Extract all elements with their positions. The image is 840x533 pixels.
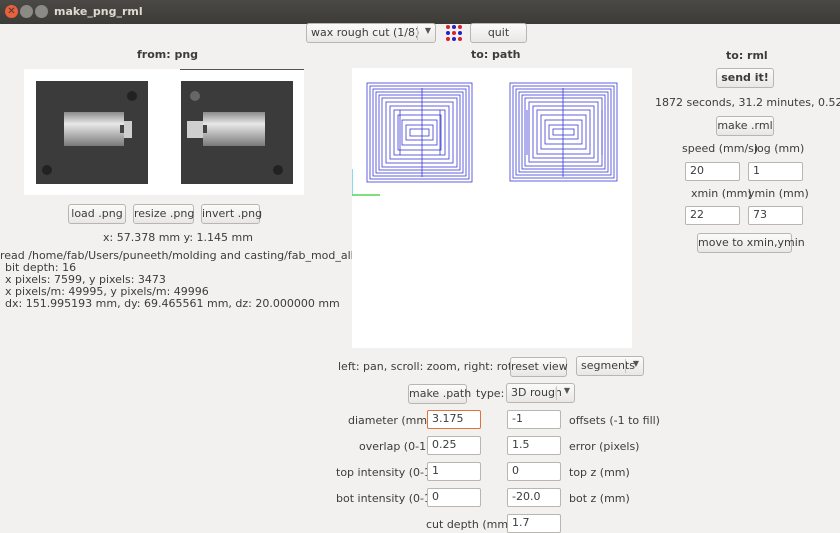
cut-depth-label: cut depth (mm): [426, 518, 513, 531]
chevron-down-icon: ▼: [424, 26, 431, 35]
png-mold-image-right: [181, 81, 293, 184]
time-estimate: 1872 seconds, 31.2 minutes, 0.52 hours: [655, 96, 840, 109]
xmin-field[interactable]: 22: [685, 206, 740, 225]
bot-z-field[interactable]: -20.0: [507, 488, 561, 507]
window-title: make_png_rml: [54, 5, 143, 18]
top-intensity-field[interactable]: 1: [427, 462, 481, 481]
load-png-button[interactable]: load .png: [68, 204, 126, 224]
path-view-canvas[interactable]: [352, 68, 632, 348]
process-select[interactable]: wax rough cut (1/8) ▼: [306, 23, 436, 43]
diameter-label: diameter (mm): [348, 414, 432, 427]
diameter-field[interactable]: 3.175: [427, 410, 481, 429]
ymin-field[interactable]: 73: [748, 206, 803, 225]
offsets-label: offsets (-1 to fill): [569, 414, 660, 427]
chevron-down-icon: ▼: [632, 359, 639, 368]
display-mode-value: segments: [581, 359, 635, 372]
window-titlebar: ✕ make_png_rml: [0, 0, 840, 24]
resize-png-button[interactable]: resize .png: [133, 204, 194, 224]
png-mold-image-left: [36, 81, 148, 184]
type-label: type:: [476, 387, 505, 400]
ymin-label: ymin (mm): [748, 187, 809, 200]
to-path-heading: to: path: [471, 48, 521, 61]
xmin-label: xmin (mm): [691, 187, 752, 200]
jog-field[interactable]: 1: [748, 162, 803, 181]
chevron-down-icon: ▼: [563, 386, 570, 395]
overlap-label: overlap (0-1): [359, 440, 431, 453]
speed-label: speed (mm/s): [682, 142, 759, 155]
view-hint: left: pan, scroll: zoom, right: rotate: [338, 360, 530, 373]
make-path-button[interactable]: make .path: [408, 384, 471, 404]
move-to-xmin-ymin-button[interactable]: move to xmin,ymin: [697, 233, 805, 253]
error-field[interactable]: 1.5: [507, 436, 561, 455]
to-rml-heading: to: rml: [726, 49, 768, 62]
make-rml-button[interactable]: make .rml: [716, 116, 774, 136]
invert-png-button[interactable]: invert .png: [201, 204, 262, 224]
send-it-button[interactable]: send it!: [716, 68, 774, 88]
overlap-field[interactable]: 0.25: [427, 436, 481, 455]
jog-label: jog (mm): [754, 142, 805, 155]
bot-z-label: bot z (mm): [569, 492, 630, 505]
png-preview-panel: [24, 69, 304, 195]
top-intensity-label: top intensity (0-1): [336, 466, 436, 479]
maximize-icon[interactable]: [35, 5, 48, 18]
display-mode-select[interactable]: segments ▼: [576, 356, 644, 376]
speed-field[interactable]: 20: [685, 162, 740, 181]
process-select-value: wax rough cut (1/8): [311, 26, 420, 39]
minimize-icon[interactable]: [20, 5, 33, 18]
top-z-field[interactable]: 0: [507, 462, 561, 481]
quit-button[interactable]: quit: [470, 23, 527, 43]
bot-intensity-label: bot intensity (0-1): [336, 492, 436, 505]
bot-intensity-field[interactable]: 0: [427, 488, 481, 507]
error-label: error (pixels): [569, 440, 640, 453]
top-z-label: top z (mm): [569, 466, 630, 479]
png-info-dims: dx: 151.995193 mm, dy: 69.465561 mm, dz:…: [5, 297, 340, 310]
cut-depth-field[interactable]: 1.7: [507, 514, 561, 533]
close-icon[interactable]: ✕: [5, 5, 18, 18]
path-type-select[interactable]: 3D rough ▼: [506, 383, 575, 403]
path-type-value: 3D rough: [511, 386, 562, 399]
from-png-heading: from: png: [137, 48, 199, 61]
offsets-field[interactable]: -1: [507, 410, 561, 429]
reset-view-button[interactable]: reset view: [510, 357, 568, 377]
toolpath-preview: [352, 82, 618, 196]
cursor-coords: x: 57.378 mm y: 1.145 mm: [103, 231, 253, 244]
fab-modules-logo-icon: [446, 25, 462, 41]
